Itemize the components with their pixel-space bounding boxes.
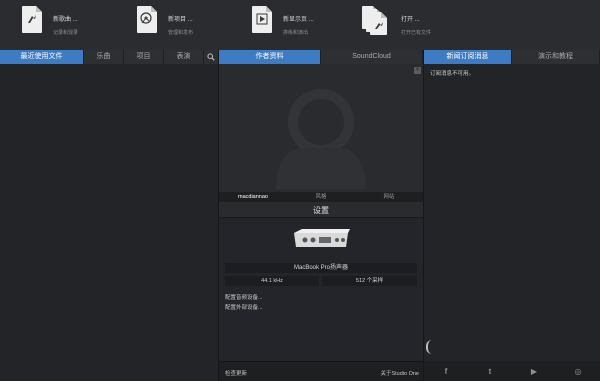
action-title: 新歌曲 ... xyxy=(53,17,78,23)
close-icon[interactable]: × xyxy=(414,67,421,74)
check-updates-link[interactable]: 检查更新 xyxy=(225,369,247,377)
search-icon xyxy=(207,53,215,61)
profile-info-row: macdiannao 风格 网站 xyxy=(219,192,423,202)
tab-artist-profile[interactable]: 作者资料 xyxy=(219,50,321,64)
profile-area: × xyxy=(219,64,423,192)
news-panel: 新闻订阅消息 演示和教程 订阅消息不可用。 f t ▶ ◎ xyxy=(424,50,600,381)
action-subtitle: 记录和混录 xyxy=(53,30,79,36)
action-title: 打开 ... xyxy=(401,17,420,23)
new-project-action[interactable]: 新项目 ... 管理和发布 xyxy=(137,6,193,46)
audio-device-name[interactable]: MacBook Pro扬声器 xyxy=(225,263,417,273)
tab-recent-files[interactable]: 最近使用文件 xyxy=(0,50,84,64)
new-song-action[interactable]: 新歌曲 ... 记录和混录 xyxy=(22,6,78,46)
song-icon xyxy=(22,6,44,36)
left-tabbar: 最近使用文件 乐曲 项目 表演 xyxy=(0,50,218,64)
tab-demos-tutorials[interactable]: 演示和教程 xyxy=(512,50,600,64)
tab-shows[interactable]: 表演 xyxy=(164,50,204,64)
action-subtitle: 打开已有文件 xyxy=(401,30,432,36)
right-tabbar: 新闻订阅消息 演示和教程 xyxy=(424,50,600,64)
social-links: f t ▶ ◎ xyxy=(424,361,600,381)
youtube-icon[interactable]: ▶ xyxy=(528,365,540,377)
audio-interface-icon xyxy=(294,229,350,247)
show-icon xyxy=(252,6,274,36)
action-subtitle: 排练和演出 xyxy=(283,30,309,36)
buffer-size[interactable]: 512 个采样 xyxy=(322,276,417,286)
profile-settings-panel: 作者资料 SoundCloud × macdiannao 风格 网站 设置 Ma… xyxy=(219,50,423,381)
mid-tabbar: 作者资料 SoundCloud xyxy=(219,50,423,64)
settings-title: 设置 xyxy=(313,206,329,215)
configure-external-link[interactable]: 配置外部设备... xyxy=(225,303,263,311)
loading-spinner-icon xyxy=(426,340,432,354)
about-link[interactable]: 关于Studio One xyxy=(380,369,419,377)
facebook-icon[interactable]: f xyxy=(440,365,452,377)
mid-footer: 检查更新 关于Studio One xyxy=(219,361,423,381)
action-title: 新显示页 ... xyxy=(283,17,314,23)
news-message: 订阅消息不可用。 xyxy=(430,71,475,77)
twitter-icon[interactable]: t xyxy=(484,365,496,377)
recent-files-panel: 最近使用文件 乐曲 项目 表演 xyxy=(0,50,218,381)
action-title: 新项目 ... xyxy=(168,17,193,23)
tab-news-feed[interactable]: 新闻订阅消息 xyxy=(424,50,512,64)
avatar xyxy=(276,89,366,189)
project-icon xyxy=(137,6,159,36)
settings-body: MacBook Pro扬声器 44.1 kHz 512 个采样 配置音频设备..… xyxy=(219,218,423,361)
tab-soundcloud[interactable]: SoundCloud xyxy=(321,50,423,64)
open-files-action[interactable]: 打开 ... 打开已有文件 xyxy=(362,6,431,46)
profile-genre[interactable]: 风格 xyxy=(287,192,355,202)
search-button[interactable] xyxy=(204,50,218,64)
open-files-icon xyxy=(362,6,392,36)
profile-username[interactable]: macdiannao xyxy=(219,192,287,202)
profile-website[interactable]: 网站 xyxy=(355,192,423,202)
sample-rate[interactable]: 44.1 kHz xyxy=(225,276,319,286)
start-page-actions: 新歌曲 ... 记录和混录 新项目 ... 管理和发布 新显示页 ... 排练和… xyxy=(0,0,600,50)
tab-songs[interactable]: 乐曲 xyxy=(84,50,124,64)
action-subtitle: 管理和发布 xyxy=(168,30,194,36)
instagram-icon[interactable]: ◎ xyxy=(572,365,584,377)
tab-projects[interactable]: 项目 xyxy=(124,50,164,64)
new-show-action[interactable]: 新显示页 ... 排练和演出 xyxy=(252,6,314,46)
configure-audio-link[interactable]: 配置音频设备... xyxy=(225,293,263,301)
